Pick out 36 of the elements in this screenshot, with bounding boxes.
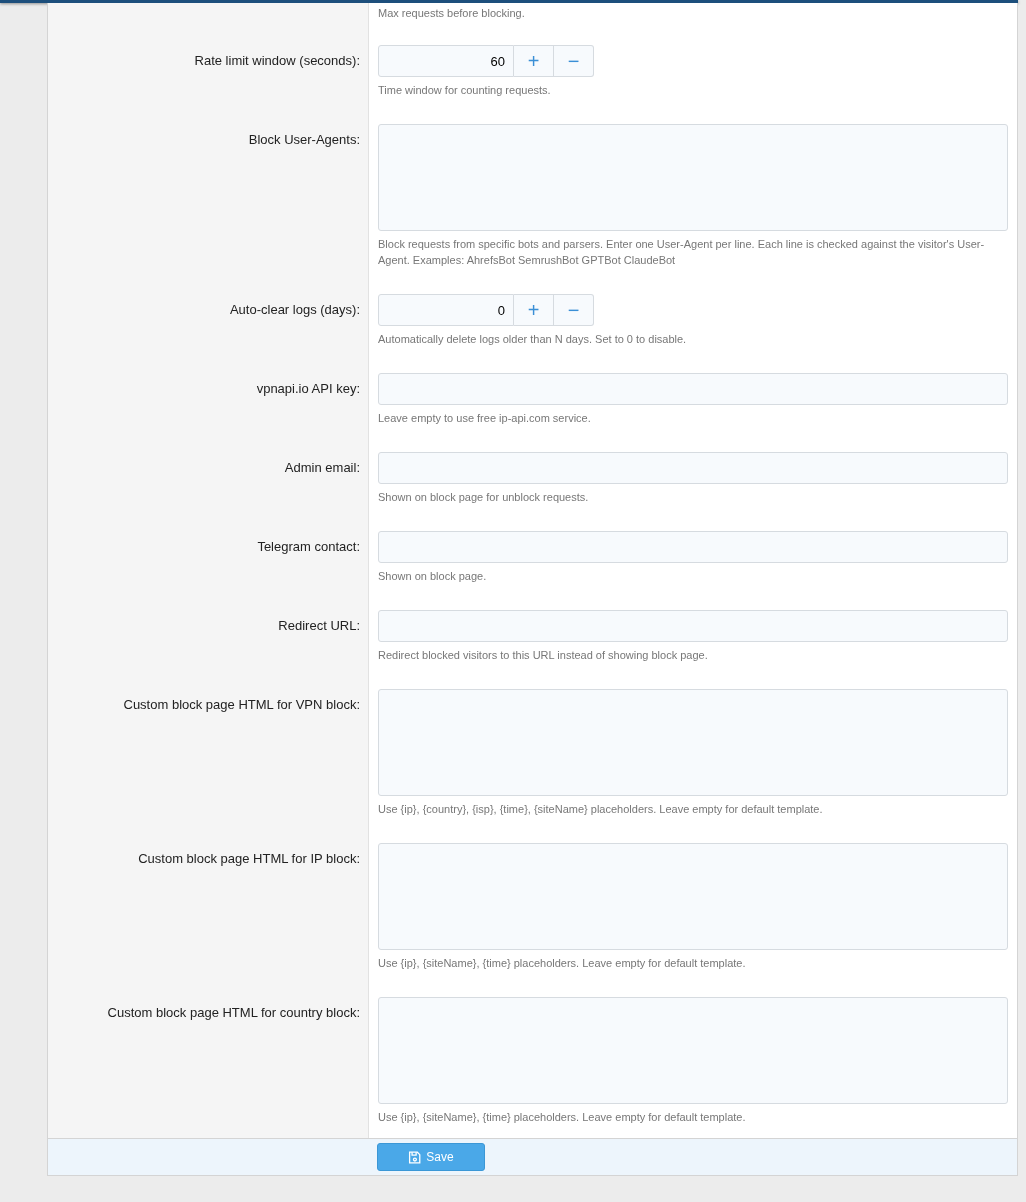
field-label: Rate limit window (seconds): [193,52,360,70]
field-label: Custom block page HTML for IP block: [137,850,360,868]
text-input-field[interactable] [378,452,1008,484]
help-text: Shown on block page for unblock requests. [378,490,590,505]
textarea-field[interactable] [378,689,1008,796]
number-input-field[interactable]: 60 [378,45,514,77]
number-input-field[interactable]: 0 [378,294,514,326]
textarea-field[interactable] [378,843,1008,950]
field-label: Custom block page HTML for country block: [106,1004,360,1022]
field-label: Custom block page HTML for VPN block: [122,696,360,714]
field-label: Admin email: [283,459,360,477]
help-text: Use {ip}, {country}, {isp}, {time}, {siteName} placeholders. Leave empty for default template. [378,802,824,817]
text-input-field[interactable] [378,610,1008,642]
text-input-field[interactable] [378,373,1008,405]
decrement-button[interactable]: − [554,294,594,326]
increment-button[interactable]: + [514,45,554,77]
decrement-button[interactable]: − [554,45,594,77]
text-input-field[interactable] [378,531,1008,563]
help-text: Time window for counting requests. [378,83,552,98]
textarea-field[interactable] [378,124,1008,231]
field-label: Auto-clear logs (days): [228,301,360,319]
help-text: Max requests before blocking. [378,6,526,21]
help-text: Block requests from specific bots and parsers. Enter one User-Agent per line. Each line is checked against the visitor's User-Agent. Examples: AhrefsBot SemrushBot GPTBot ClaudeBot [378,237,986,268]
field-label: vpnapi.io API key: [255,380,360,398]
help-text: Leave empty to use free ip-api.com service. [378,411,592,426]
help-text: Redirect blocked visitors to this URL instead of showing block page. [378,648,709,663]
help-text: Shown on block page. [378,569,488,584]
textarea-field[interactable] [378,997,1008,1104]
help-text: Use {ip}, {siteName}, {time} placeholders. Leave empty for default template. [378,956,747,971]
help-text: Automatically delete logs older than N days. Set to 0 to disable. [378,332,688,347]
save-button[interactable]: Save [377,1143,485,1171]
increment-button[interactable]: + [514,294,554,326]
field-label: Telegram contact: [256,538,360,556]
help-text: Use {ip}, {siteName}, {time} placeholders. Leave empty for default template. [378,1110,747,1125]
field-label: Redirect URL: [277,617,360,635]
field-label: Block User-Agents: [247,131,360,149]
